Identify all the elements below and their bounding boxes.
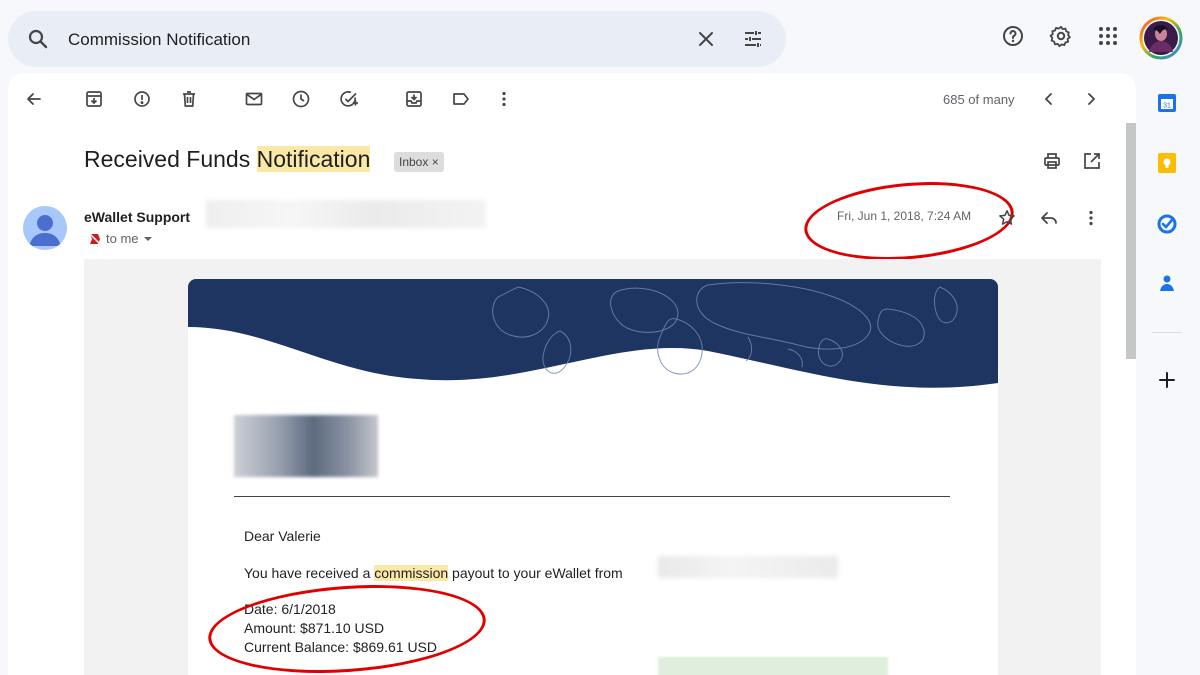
payout-text-after: payout to your eWallet from <box>452 565 623 581</box>
recipient-row[interactable]: to me <box>88 231 153 246</box>
payout-sentence: You have received a commission payout to… <box>244 565 623 581</box>
details-dropdown-icon[interactable] <box>143 234 153 244</box>
report-spam-icon[interactable] <box>132 89 152 109</box>
search-icon[interactable] <box>26 27 50 51</box>
account-avatar[interactable] <box>1139 16 1183 60</box>
search-input[interactable] <box>68 28 628 52</box>
redacted-payer <box>658 556 838 578</box>
apps-icon[interactable] <box>1096 24 1120 48</box>
add-icon[interactable] <box>1156 369 1178 391</box>
email-body: Dear Valerie You have received a commiss… <box>188 279 998 675</box>
amount-annotation-circle <box>205 576 489 675</box>
star-icon[interactable] <box>998 209 1016 227</box>
contacts-icon[interactable] <box>1156 272 1178 294</box>
greeting-text: Dear Valerie <box>244 528 321 544</box>
sender-avatar[interactable] <box>23 206 67 250</box>
reply-icon[interactable] <box>1039 208 1059 228</box>
tune-icon[interactable] <box>741 27 765 51</box>
message-subject: Received Funds Notification <box>84 146 371 173</box>
redacted-logo <box>234 415 378 477</box>
move-to-icon[interactable] <box>404 89 424 109</box>
svg-text:31: 31 <box>1163 103 1171 110</box>
scrollbar[interactable] <box>1126 123 1136 359</box>
print-icon[interactable] <box>1042 151 1062 171</box>
prev-icon[interactable] <box>1039 89 1059 109</box>
settings-icon[interactable] <box>1049 24 1073 48</box>
back-icon[interactable] <box>24 89 44 109</box>
label-text: Inbox <box>399 155 429 169</box>
tasks-icon[interactable] <box>1156 213 1178 235</box>
keep-icon[interactable] <box>1156 152 1178 174</box>
subject-highlight: Notification <box>256 146 371 172</box>
add-task-icon[interactable] <box>339 89 359 109</box>
message-more-icon[interactable] <box>1081 208 1101 228</box>
payout-text-before: You have received a <box>244 565 371 581</box>
clear-icon[interactable] <box>694 27 718 51</box>
world-map-banner <box>188 279 998 388</box>
redacted-button <box>658 657 888 675</box>
inbox-label-chip[interactable]: Inbox × <box>394 152 444 172</box>
recipient-text: to me <box>106 231 139 246</box>
calendar-icon[interactable]: 31 <box>1156 92 1178 114</box>
remove-label-icon[interactable]: × <box>432 155 439 169</box>
snooze-icon[interactable] <box>291 89 311 109</box>
help-icon[interactable] <box>1001 24 1025 48</box>
more-icon[interactable] <box>494 89 514 109</box>
search-bar[interactable] <box>8 11 786 67</box>
header-divider <box>234 496 950 497</box>
mark-unread-icon[interactable] <box>244 89 264 109</box>
label-icon[interactable] <box>451 89 471 109</box>
redacted-sender-email <box>206 200 486 228</box>
open-new-window-icon[interactable] <box>1082 151 1102 171</box>
sender-name[interactable]: eWallet Support <box>84 209 190 225</box>
next-icon[interactable] <box>1081 89 1101 109</box>
archive-icon[interactable] <box>84 89 104 109</box>
pager-count: 685 of many <box>943 92 1015 107</box>
delete-icon[interactable] <box>179 89 199 109</box>
subject-text: Received Funds <box>84 146 251 172</box>
rail-divider <box>1152 332 1182 333</box>
payout-highlight: commission <box>374 565 449 581</box>
important-marker-icon[interactable] <box>88 231 102 246</box>
message-pane: 685 of many Received Funds Notification … <box>8 73 1136 675</box>
date-annotation-circle <box>801 173 1017 269</box>
